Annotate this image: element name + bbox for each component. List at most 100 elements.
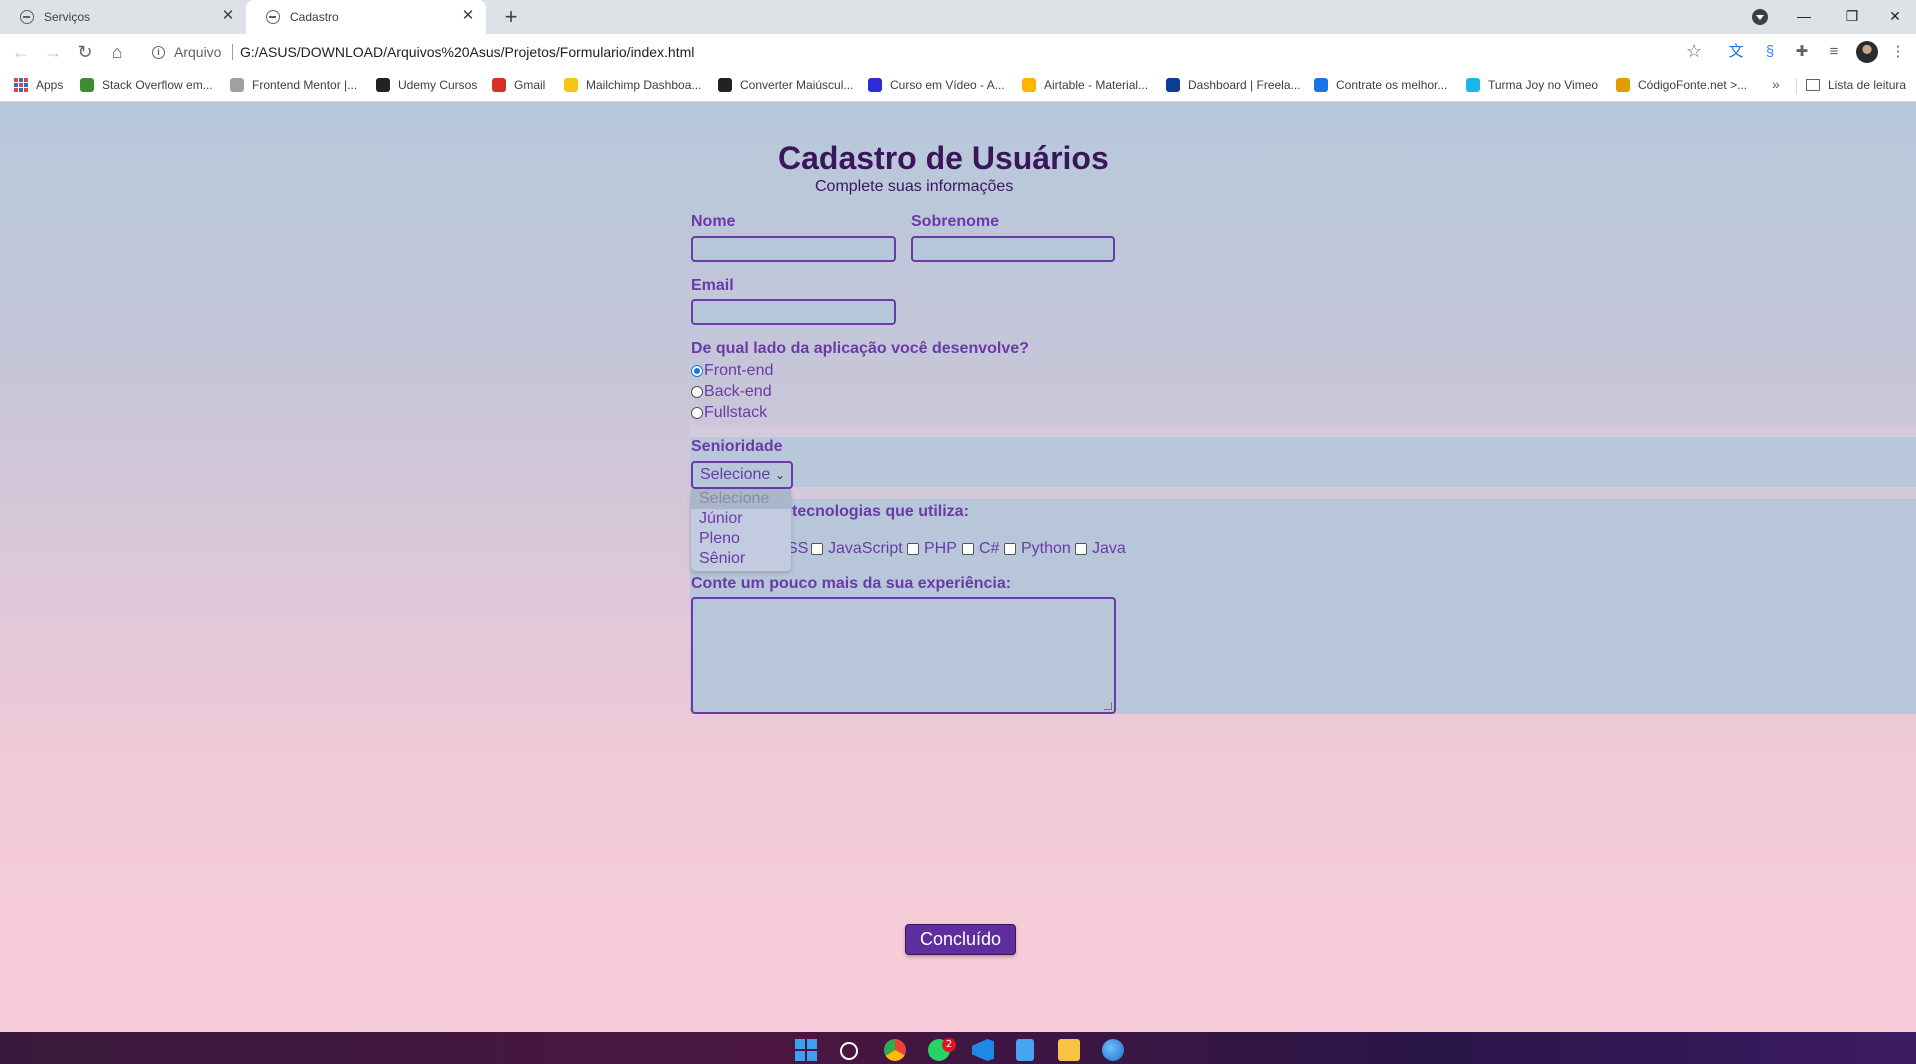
sobrenome-input[interactable] — [911, 236, 1115, 262]
close-tab-icon[interactable]: ✕ — [458, 6, 478, 26]
bookmark-apps[interactable]: Apps — [14, 78, 63, 92]
tab-servicos[interactable]: Serviços ✕ — [0, 0, 246, 34]
seniority-option-placeholder: Selecione — [691, 489, 791, 509]
bookmark-mailchimp[interactable]: Mailchimp Dashboa... — [564, 78, 701, 92]
codigofonte-icon — [1616, 78, 1630, 92]
bookmark-airtable[interactable]: Airtable - Material... — [1022, 78, 1148, 92]
file-explorer-icon[interactable] — [1058, 1039, 1080, 1061]
checkbox-java[interactable]: Java — [1075, 540, 1126, 558]
tab-strip: Serviços ✕ Cadastro ✕ + — ❐ ✕ — [0, 0, 1916, 34]
frontend-mentor-icon — [230, 78, 244, 92]
radio-button[interactable] — [691, 365, 703, 377]
mailchimp-icon — [564, 78, 578, 92]
info-icon[interactable]: i — [152, 46, 165, 59]
vscode-icon[interactable] — [972, 1039, 994, 1061]
checkbox-label: Java — [1092, 540, 1126, 557]
apps-grid-icon — [14, 78, 28, 92]
close-window-button[interactable]: ✕ — [1874, 0, 1916, 34]
bookmark-label: Turma Joy no Vimeo — [1488, 78, 1599, 92]
divider — [1796, 78, 1797, 94]
chrome-icon[interactable] — [884, 1039, 906, 1061]
seniority-select[interactable]: Selecione ⌄ — [691, 461, 793, 489]
bookmark-contrate[interactable]: Contrate os melhor... — [1314, 78, 1447, 92]
bookmark-stackoverflow[interactable]: Stack Overflow em... — [80, 78, 213, 92]
seniority-option-pleno[interactable]: Pleno — [691, 529, 791, 549]
submit-button[interactable]: Concluído — [905, 924, 1016, 955]
home-button[interactable]: ⌂ — [104, 39, 130, 65]
radio-back-end[interactable]: Back-end — [691, 383, 772, 401]
forward-button[interactable]: → — [40, 39, 66, 65]
chevron-down-icon: ⌄ — [774, 468, 785, 482]
bookmark-vimeo[interactable]: Turma Joy no Vimeo — [1466, 78, 1598, 92]
checkbox[interactable] — [962, 543, 974, 555]
windows-start-icon[interactable] — [795, 1039, 817, 1061]
seniority-dropdown-list: Selecione Júnior Pleno Sênior — [691, 489, 791, 571]
checkbox[interactable] — [1075, 543, 1087, 555]
background-band — [690, 437, 1916, 487]
checkbox-label: PHP — [924, 540, 957, 557]
checkbox[interactable] — [1004, 543, 1016, 555]
checkbox-python[interactable]: Python — [1004, 540, 1071, 558]
minimize-button[interactable]: — — [1782, 0, 1826, 34]
translate-icon[interactable]: 文 — [1726, 42, 1746, 62]
back-button[interactable]: ← — [8, 39, 34, 65]
new-tab-button[interactable]: + — [498, 4, 524, 30]
notification-badge: 2 — [942, 1038, 956, 1052]
tab-cadastro[interactable]: Cadastro ✕ — [246, 0, 486, 34]
bookmarks-overflow-button[interactable]: » — [1772, 76, 1780, 92]
bookmark-frontend-mentor[interactable]: Frontend Mentor |... — [230, 78, 357, 92]
bookmark-gmail[interactable]: Gmail — [492, 78, 545, 92]
search-icon[interactable] — [840, 1042, 858, 1060]
bookmark-star-icon[interactable]: ☆ — [1686, 41, 1702, 62]
bookmark-dashboard-freela[interactable]: Dashboard | Freela... — [1166, 78, 1301, 92]
bookmark-label: Stack Overflow em... — [102, 78, 213, 92]
gmail-icon — [492, 78, 506, 92]
seniority-option-junior[interactable]: Júnior — [691, 509, 791, 529]
bookmark-converter[interactable]: Converter Maiúscul... — [718, 78, 853, 92]
radio-button[interactable] — [691, 407, 703, 419]
close-tab-icon[interactable]: ✕ — [218, 6, 238, 26]
seniority-option-senior[interactable]: Sênior — [691, 549, 791, 569]
tab-search-icon[interactable] — [1752, 9, 1768, 25]
radio-label: Back-end — [704, 383, 772, 400]
reading-list-button[interactable]: Lista de leitura — [1806, 78, 1906, 92]
reload-button[interactable]: ↻ — [72, 39, 98, 65]
globe-icon — [20, 10, 34, 24]
checkbox[interactable] — [811, 543, 823, 555]
divider — [232, 44, 233, 60]
radio-front-end[interactable]: Front-end — [691, 362, 773, 380]
restore-button[interactable]: ❐ — [1830, 0, 1874, 34]
checkbox-csharp[interactable]: C# — [962, 540, 999, 558]
email-input[interactable] — [691, 299, 896, 325]
address-bar[interactable]: i Arquivo G:/ASUS/DOWNLOAD/Arquivos%20As… — [142, 37, 1704, 67]
browser-globe-icon[interactable] — [1102, 1039, 1124, 1061]
checkbox[interactable] — [907, 543, 919, 555]
bookmark-label: Dashboard | Freela... — [1188, 78, 1301, 92]
nome-input[interactable] — [691, 236, 896, 262]
extension-s-icon[interactable]: § — [1760, 42, 1780, 62]
bookmark-curso-em-video[interactable]: Curso em Vídeo - A... — [868, 78, 1005, 92]
udemy-icon — [376, 78, 390, 92]
browser-toolbar: ← → ↻ ⌂ i Arquivo G:/ASUS/DOWNLOAD/Arqui… — [0, 34, 1916, 70]
bookmark-udemy[interactable]: Udemy Cursos — [376, 78, 477, 92]
page-content: Cadastro de Usuários Complete suas infor… — [0, 102, 1916, 1032]
converter-icon — [718, 78, 732, 92]
seniority-label: Senioridade — [691, 438, 783, 455]
experience-textarea[interactable] — [691, 597, 1116, 714]
media-icon[interactable]: ≡ — [1824, 42, 1844, 62]
menu-kebab-icon[interactable]: ⋮ — [1888, 42, 1908, 62]
tab-title: Cadastro — [290, 10, 339, 24]
puzzle-icon[interactable]: ✚ — [1792, 42, 1812, 62]
profile-avatar[interactable] — [1856, 41, 1878, 63]
checkbox-javascript[interactable]: JavaScript — [811, 540, 903, 558]
checkbox-php[interactable]: PHP — [907, 540, 957, 558]
bookmark-label: Apps — [36, 78, 64, 92]
notepad-icon[interactable] — [1016, 1039, 1034, 1061]
airtable-icon — [1022, 78, 1036, 92]
radio-button[interactable] — [691, 386, 703, 398]
checkbox-label: Python — [1021, 540, 1071, 557]
bookmark-codigofonte[interactable]: CódigoFonte.net >... — [1616, 78, 1747, 92]
radio-fullstack[interactable]: Fullstack — [691, 404, 767, 422]
side-question-label: De qual lado da aplicação você desenvolv… — [691, 340, 1029, 357]
url-text[interactable]: G:/ASUS/DOWNLOAD/Arquivos%20Asus/Projeto… — [240, 44, 694, 60]
